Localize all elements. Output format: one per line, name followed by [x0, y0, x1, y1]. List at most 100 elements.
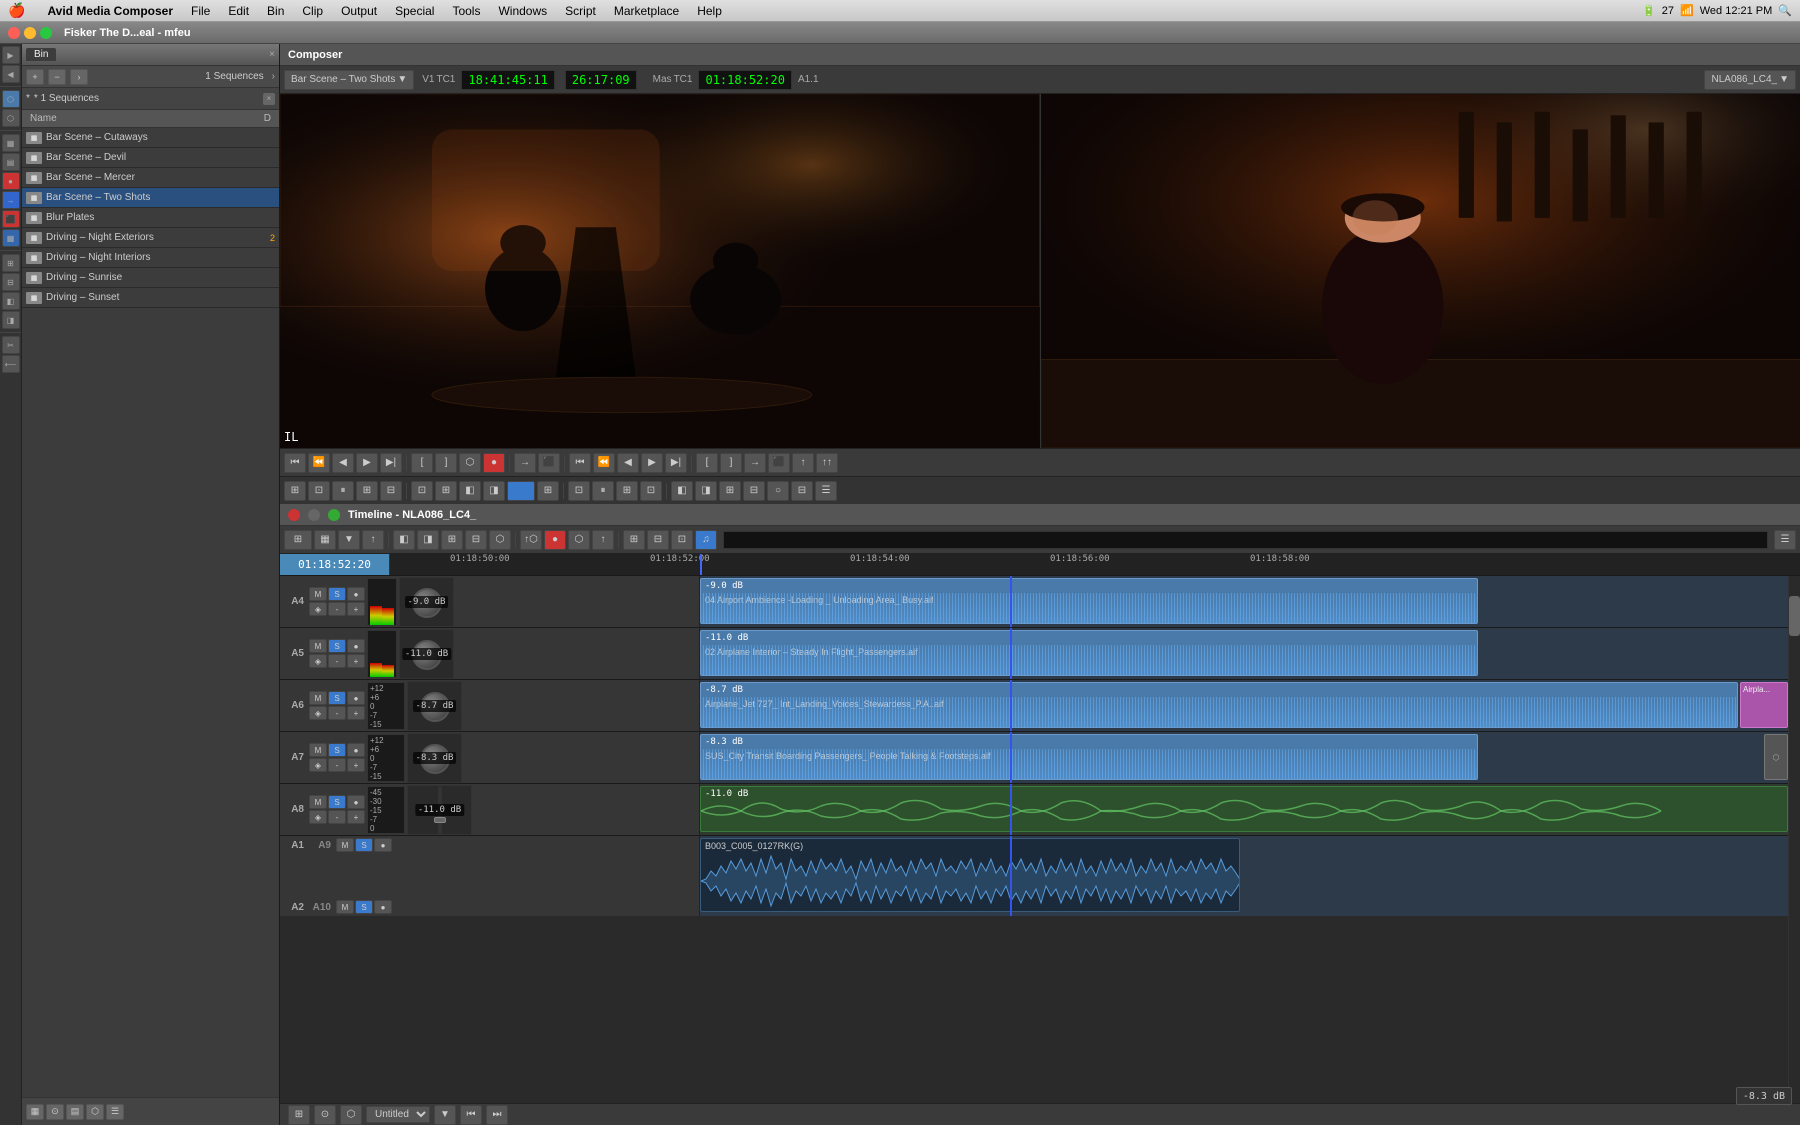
bin-item-5[interactable]: ▦ Driving – Night Exteriors 2	[22, 228, 279, 248]
a6-vol-down[interactable]: -	[328, 706, 346, 720]
tc2-btn-7[interactable]: ⊞	[435, 481, 457, 501]
tl-tool-10[interactable]: ●	[544, 530, 566, 550]
tool-btn-6[interactable]: ▤	[2, 153, 20, 171]
tc2-btn-17[interactable]: ◨	[695, 481, 717, 501]
a7-vol-down[interactable]: -	[328, 758, 346, 772]
overwrite-btn[interactable]: ⬛	[538, 453, 560, 473]
a8-vol-up[interactable]: +	[347, 810, 365, 824]
tl-tool-9[interactable]: ⬡	[489, 530, 511, 550]
a5-vol-down[interactable]: -	[328, 654, 346, 668]
a6-mute[interactable]: M	[309, 691, 327, 705]
menu-tools[interactable]: Tools	[444, 2, 488, 20]
a4-vol-down[interactable]: -	[328, 602, 346, 616]
tl-tool-11[interactable]: ⬡	[568, 530, 590, 550]
tl-maximize-btn[interactable]	[328, 509, 340, 521]
tl-bottom-btn-4[interactable]: ▼	[434, 1105, 456, 1125]
a7-knob[interactable]: -8.3 dB	[407, 733, 462, 783]
menu-edit[interactable]: Edit	[220, 2, 257, 20]
timeline-ruler[interactable]: 01:18:50:00 01:18:52:00 01:18:54:00 01:1…	[390, 554, 1800, 575]
track-content-a6[interactable]: -8.7 dB Airplane_Jet 727_ Int_Landing_Vo…	[700, 680, 1788, 731]
bin-item-8[interactable]: ▦ Driving – Sunset	[22, 288, 279, 308]
tl-minimize-btn[interactable]	[308, 509, 320, 521]
track-content-a7[interactable]: -8.3 dB SUS_City Transit Boarding Passen…	[700, 732, 1788, 783]
search-icon[interactable]: 🔍	[1778, 4, 1792, 17]
tool-btn-11[interactable]: ⊞	[2, 254, 20, 272]
tl-tool-4[interactable]: ↑	[362, 530, 384, 550]
tl-tool-16[interactable]: ♫	[695, 530, 717, 550]
bin-item-0[interactable]: ▦ Bar Scene – Cutaways	[22, 128, 279, 148]
tc2-btn-13[interactable]: ⏸	[592, 481, 614, 501]
bin-item-6[interactable]: ▦ Driving – Night Interiors	[22, 248, 279, 268]
sequence-selector[interactable]: Bar Scene – Two Shots ▼	[284, 70, 414, 90]
tl-tool-15[interactable]: ⊡	[671, 530, 693, 550]
mark-in-btn[interactable]: [	[411, 453, 433, 473]
tl-tool-5[interactable]: ◧	[393, 530, 415, 550]
bin-item-7[interactable]: ▦ Driving – Sunrise	[22, 268, 279, 288]
bin-close-icon[interactable]: ×	[269, 49, 275, 60]
r-goto-start[interactable]: ⏮	[569, 453, 591, 473]
close-button[interactable]	[8, 27, 20, 39]
bin-new-btn[interactable]: +	[26, 69, 44, 85]
tl-bottom-btn-6[interactable]: ⏭	[486, 1105, 508, 1125]
a7-mute[interactable]: M	[309, 743, 327, 757]
tool-btn-8[interactable]: →	[2, 191, 20, 209]
tc2-btn-16[interactable]: ◧	[671, 481, 693, 501]
a5-clip[interactable]: -11.0 dB 02 Airplane Interior – Steady I…	[700, 630, 1478, 676]
track-content-a8[interactable]: -11.0 dB	[700, 784, 1788, 835]
a4-vol-up[interactable]: +	[347, 602, 365, 616]
minimize-button[interactable]	[24, 27, 36, 39]
bin-item-1[interactable]: ▦ Bar Scene – Devil	[22, 148, 279, 168]
a4-record[interactable]: ●	[347, 587, 365, 601]
r-play[interactable]: ▶	[641, 453, 663, 473]
a5-knob[interactable]: -11.0 dB	[399, 629, 454, 679]
sequence-name-selector[interactable]: NLA086_LC4_ ▼	[1704, 70, 1796, 90]
tl-close-btn[interactable]	[288, 509, 300, 521]
a5-monitor[interactable]: ◈	[309, 654, 327, 668]
a8-solo[interactable]: S	[328, 795, 346, 809]
a9-solo[interactable]: S	[355, 838, 373, 852]
a5-vol-up[interactable]: +	[347, 654, 365, 668]
source-monitor[interactable]: IL	[280, 94, 1041, 448]
maximize-button[interactable]	[40, 27, 52, 39]
tc2-btn-3[interactable]: ⏸	[332, 481, 354, 501]
tl-tool-7[interactable]: ⊞	[441, 530, 463, 550]
bin-bottom-btn-2[interactable]: ⊙	[46, 1104, 64, 1120]
tl-tool-6[interactable]: ◨	[417, 530, 439, 550]
tl-tool-12[interactable]: ↑	[592, 530, 614, 550]
a6-monitor[interactable]: ◈	[309, 706, 327, 720]
tc2-btn-11[interactable]: ⊞	[537, 481, 559, 501]
a5-record[interactable]: ●	[347, 639, 365, 653]
a8-fader-handle[interactable]	[434, 817, 446, 823]
bin-bottom-btn-3[interactable]: ▤	[66, 1104, 84, 1120]
tc2-btn-9[interactable]: ◨	[483, 481, 505, 501]
tool-btn-3[interactable]: ⬡	[2, 90, 20, 108]
tool-btn-7[interactable]: ●	[2, 172, 20, 190]
timeline-vscrollbar[interactable]	[1788, 576, 1800, 1103]
tool-btn-5[interactable]: ▦	[2, 134, 20, 152]
tl-tool-14[interactable]: ⊟	[647, 530, 669, 550]
track-content-a9[interactable]: B003_C005_0127RK(G)	[700, 836, 1788, 916]
a8-monitor[interactable]: ◈	[309, 810, 327, 824]
r-step-back[interactable]: ◀	[617, 453, 639, 473]
bin-bottom-btn-5[interactable]: ☰	[106, 1104, 124, 1120]
a9-record[interactable]: ●	[374, 838, 392, 852]
tool-btn-14[interactable]: ◨	[2, 311, 20, 329]
bin-minus-btn[interactable]: −	[48, 69, 66, 85]
bin-arrow-btn[interactable]: ›	[70, 69, 88, 85]
r-step-fwd[interactable]: ▶|	[665, 453, 687, 473]
bin-item-4[interactable]: ▦ Blur Plates	[22, 208, 279, 228]
track-content-a5[interactable]: -11.0 dB 02 Airplane Interior – Steady I…	[700, 628, 1788, 679]
tool-btn-9[interactable]: ⬛	[2, 210, 20, 228]
bin-tab[interactable]: Bin	[26, 48, 56, 61]
tool-btn-10[interactable]: ▦	[2, 229, 20, 247]
tc2-btn-6[interactable]: ⊡	[411, 481, 433, 501]
a6-solo[interactable]: S	[328, 691, 346, 705]
tl-tool-3[interactable]: ▼	[338, 530, 360, 550]
r-mark-out[interactable]: ]	[720, 453, 742, 473]
mark-clip-btn[interactable]: ⬡	[459, 453, 481, 473]
tool-btn-4[interactable]: ⬡	[2, 109, 20, 127]
bin-list[interactable]: ▦ Bar Scene – Cutaways ▦ Bar Scene – Dev…	[22, 128, 279, 1097]
a6-clip[interactable]: -8.7 dB Airplane_Jet 727_ Int_Landing_Vo…	[700, 682, 1738, 728]
r-lift[interactable]: ↑	[792, 453, 814, 473]
r-splice[interactable]: →	[744, 453, 766, 473]
